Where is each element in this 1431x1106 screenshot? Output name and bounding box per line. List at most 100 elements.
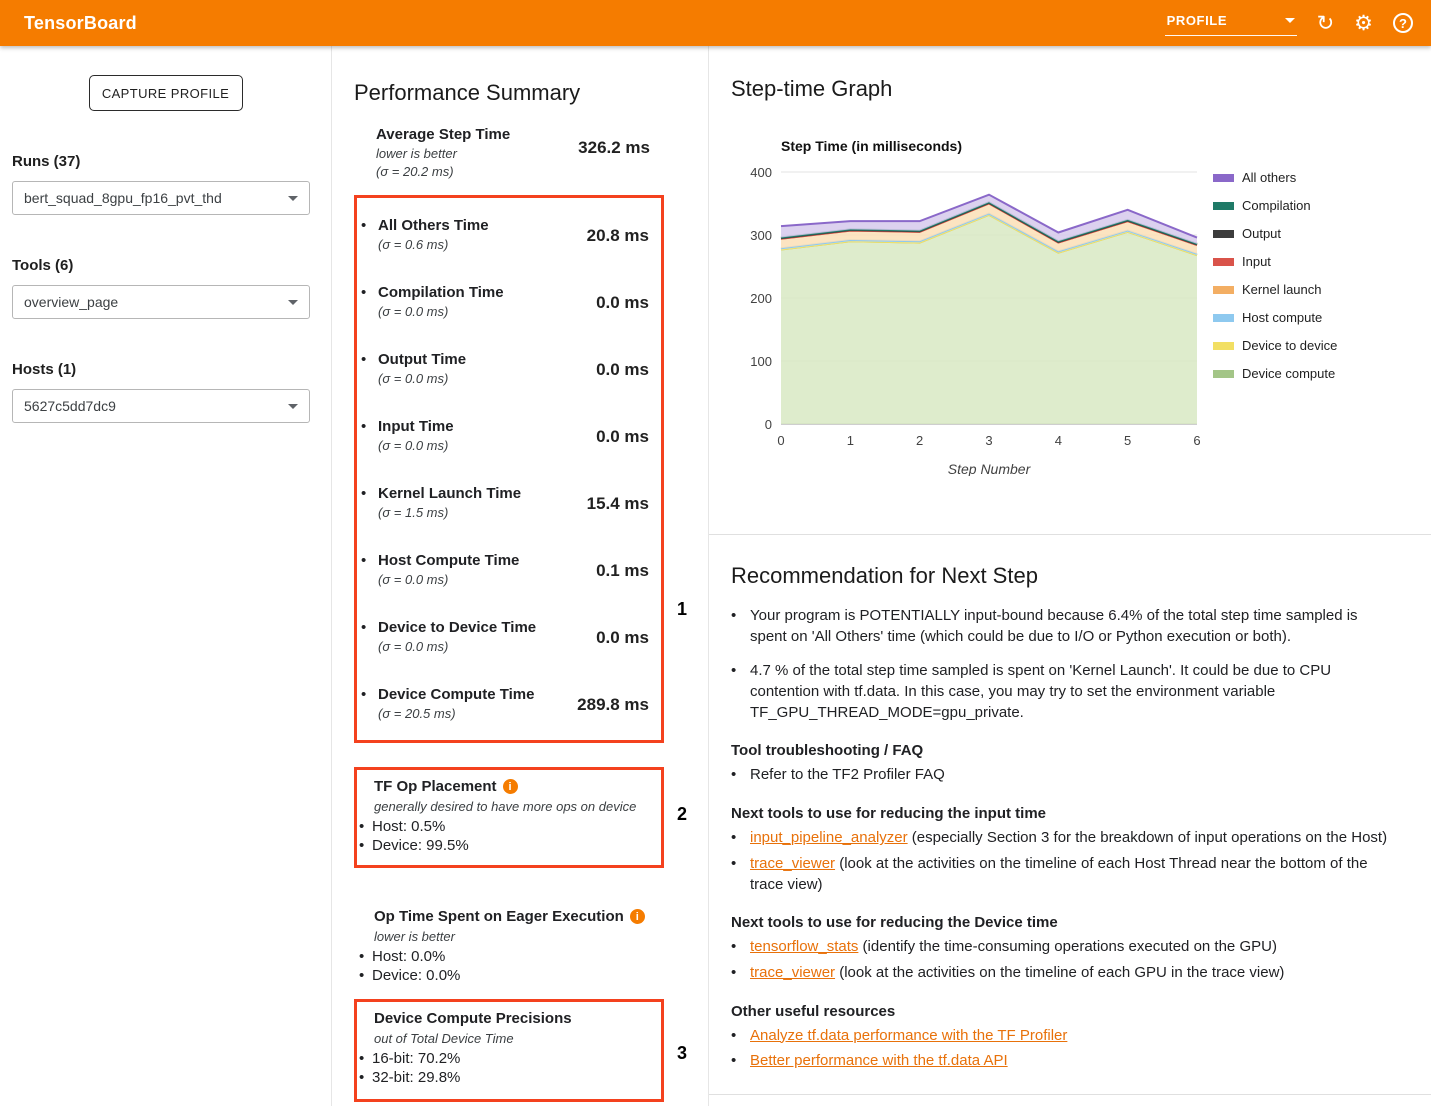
annotation-box-3: Device Compute Precisions out of Total D…	[354, 999, 664, 1102]
bullet-icon: •	[361, 284, 378, 302]
svg-text:6: 6	[1193, 433, 1200, 448]
metric-sigma: (σ = 0.0 ms)	[378, 438, 596, 453]
annotation-box-2: TF Op Placement i generally desired to h…	[354, 767, 664, 868]
metric-row: •All Others Time(σ = 0.6 ms)20.8 ms	[361, 201, 649, 268]
legend-label: All others	[1242, 170, 1296, 185]
metric-value: 289.8 ms	[577, 686, 649, 715]
link[interactable]: tensorflow_stats	[750, 938, 858, 955]
legend-label: Kernel launch	[1242, 282, 1322, 297]
gear-icon[interactable]: ⚙︎	[1354, 13, 1373, 34]
metric-value: 0.0 ms	[596, 418, 649, 447]
metric-sigma: (σ = 0.6 ms)	[378, 237, 587, 252]
tools-select[interactable]: overview_page	[12, 285, 310, 319]
recommendation-text: Your program is POTENTIALLY input-bound …	[750, 606, 1395, 647]
eager-execution-note: lower is better	[374, 929, 664, 944]
legend-swatch	[1213, 286, 1234, 294]
legend-swatch	[1213, 314, 1234, 322]
metric-label: Output Time	[378, 351, 596, 368]
main-layout: CAPTURE PROFILE Runs (37) bert_squad_8gp…	[0, 46, 1431, 1106]
metric-row: •Device to Device Time(σ = 0.0 ms)0.0 ms	[361, 603, 649, 670]
list-item: •Host: 0.0%	[359, 947, 664, 966]
info-icon[interactable]: i	[503, 779, 518, 794]
refresh-icon[interactable]: ↻	[1317, 13, 1335, 34]
list-item-text: Host: 0.0%	[372, 947, 445, 966]
legend-item: Output	[1213, 226, 1337, 241]
step-time-graph-title: Step-time Graph	[731, 76, 1431, 102]
legend-item: Device compute	[1213, 366, 1337, 381]
eager-execution-title: Op Time Spent on Eager Execution	[374, 908, 624, 925]
capture-profile-button[interactable]: CAPTURE PROFILE	[89, 75, 243, 111]
chevron-down-icon	[1285, 18, 1295, 23]
section-items: •Refer to the TF2 Profiler FAQ	[731, 765, 1395, 786]
section-item: •trace_viewer (look at the activities on…	[731, 854, 1395, 895]
hosts-select[interactable]: 5627c5dd7dc9	[12, 389, 310, 423]
metric-row: •Input Time(σ = 0.0 ms)0.0 ms	[361, 402, 649, 469]
link[interactable]: input_pipeline_analyzer	[750, 829, 908, 846]
list-item-text: 32-bit: 29.8%	[372, 1068, 460, 1087]
list-item: •Device: 99.5%	[359, 836, 653, 855]
bullet-icon: •	[361, 619, 378, 637]
bullet-icon: •	[361, 686, 378, 704]
link[interactable]: trace_viewer	[750, 855, 835, 872]
tf-op-placement-title: TF Op Placement	[374, 778, 497, 795]
link[interactable]: Better performance with the tf.data API	[750, 1052, 1008, 1069]
annotation-box-1: •All Others Time(σ = 0.6 ms)20.8 ms•Comp…	[354, 195, 664, 743]
metric-value: 0.1 ms	[596, 552, 649, 581]
list-item: •16-bit: 70.2%	[359, 1049, 653, 1068]
list-item: •Device: 0.0%	[359, 966, 664, 985]
performance-summary-title: Performance Summary	[354, 80, 664, 106]
info-icon[interactable]: i	[630, 909, 645, 924]
bullet-icon: •	[731, 854, 750, 895]
section-item: •tensorflow_stats (identify the time-con…	[731, 937, 1395, 958]
metric-sigma: (σ = 0.0 ms)	[378, 371, 596, 386]
device-compute-precisions-block: Device Compute Precisions out of Total D…	[359, 1010, 653, 1087]
svg-text:400: 400	[750, 165, 772, 180]
metric-label: All Others Time	[378, 217, 587, 234]
link[interactable]: Analyze tf.data performance with the TF …	[750, 1027, 1067, 1044]
runs-select[interactable]: bert_squad_8gpu_fp16_pvt_thd	[12, 181, 310, 215]
svg-text:0: 0	[765, 417, 772, 432]
section-heading: Other useful resources	[731, 1003, 1395, 1020]
metric-row: •Host Compute Time(σ = 0.0 ms)0.1 ms	[361, 536, 649, 603]
legend-item: Kernel launch	[1213, 282, 1337, 297]
list-item: •Host: 0.5%	[359, 817, 653, 836]
tf-op-placement-block: TF Op Placement i generally desired to h…	[359, 778, 653, 855]
help-icon[interactable]: ?	[1393, 13, 1413, 33]
bullet-icon: •	[359, 817, 372, 836]
list-item-text: Device: 99.5%	[372, 836, 469, 855]
runs-select-value: bert_squad_8gpu_fp16_pvt_thd	[24, 190, 222, 206]
app-title: TensorBoard	[24, 13, 137, 34]
runs-group: Runs (37) bert_squad_8gpu_fp16_pvt_thd	[0, 153, 331, 215]
link[interactable]: trace_viewer	[750, 964, 835, 981]
section-items: •tensorflow_stats (identify the time-con…	[731, 937, 1395, 983]
metric-value: 15.4 ms	[587, 485, 649, 514]
dashboard-selector-value: PROFILE	[1167, 13, 1228, 28]
dashboard-selector[interactable]: PROFILE	[1165, 11, 1297, 36]
bullet-icon: •	[361, 217, 378, 235]
annotation-number-1: 1	[677, 599, 687, 620]
eager-execution-items: •Host: 0.0%•Device: 0.0%	[359, 947, 664, 985]
legend-swatch	[1213, 258, 1234, 266]
performance-summary-panel: Performance Summary Average Step Time lo…	[331, 46, 709, 1106]
sidebar: CAPTURE PROFILE Runs (37) bert_squad_8gp…	[0, 46, 331, 1106]
device-compute-precisions-title: Device Compute Precisions	[374, 1010, 653, 1027]
legend-label: Device to device	[1242, 338, 1337, 353]
section-items: •input_pipeline_analyzer (especially Sec…	[731, 828, 1395, 895]
bullet-icon: •	[731, 828, 750, 849]
svg-text:200: 200	[750, 291, 772, 306]
metric-value: 0.0 ms	[596, 351, 649, 380]
annotation-number-2: 2	[677, 804, 687, 825]
topbar: TensorBoard PROFILE ↻ ⚙︎ ?	[0, 0, 1431, 46]
section-heading: Next tools to use for reducing the Devic…	[731, 914, 1395, 931]
metric-sigma: (σ = 0.0 ms)	[378, 639, 596, 654]
metric-row: •Output Time(σ = 0.0 ms)0.0 ms	[361, 335, 649, 402]
hosts-select-value: 5627c5dd7dc9	[24, 398, 116, 414]
section-heading: Next tools to use for reducing the input…	[731, 805, 1395, 822]
bullet-icon: •	[731, 765, 750, 786]
svg-text:2: 2	[916, 433, 923, 448]
legend-label: Output	[1242, 226, 1281, 241]
metric-label: Host Compute Time	[378, 552, 596, 569]
legend-item: Host compute	[1213, 310, 1337, 325]
metric-row: •Kernel Launch Time(σ = 1.5 ms)15.4 ms	[361, 469, 649, 536]
tensorboard-app: TensorBoard PROFILE ↻ ⚙︎ ? CAPTURE PROFI…	[0, 0, 1431, 1106]
